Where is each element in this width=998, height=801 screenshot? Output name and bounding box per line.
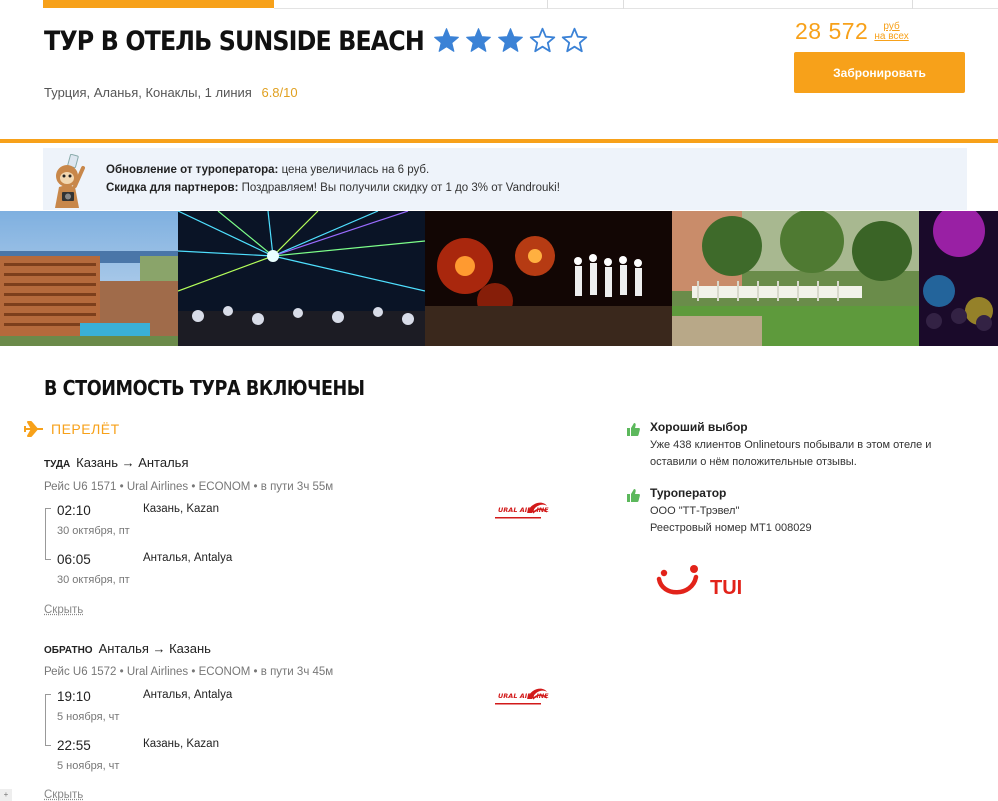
outbound-arrival-time: 06:05 [57,552,91,567]
return-hide-link[interactable]: Скрыть [44,789,83,801]
return-arrival-time: 22:55 [57,738,91,753]
return-flight-meta: Рейс U6 1572 • Ural Airlines • ECONOM • … [44,666,334,678]
timeline-tick [45,694,51,695]
hotel-photo-garden[interactable] [672,211,919,346]
ural-airlines-logo: URAL AIRLINES [495,502,549,519]
hotel-rating: 6.8/10 [261,85,298,100]
notice-partner-discount: Скидка для партнеров: Поздравляем! Вы по… [106,182,560,194]
tour-price: 28 572 руб на всех [795,18,909,45]
top-nav-separator [912,0,913,9]
thumbs-up-icon [627,423,640,436]
return-direction: ОБРАТНО Анталья → Казань [44,641,211,656]
notice-price-update-text: цена увеличилась на 6 руб. [278,164,430,176]
tui-logo: TUI [656,565,742,599]
return-tag: ОБРАТНО [44,645,93,656]
notice-price-update-label: Обновление от туроператора: [106,164,279,176]
return-departure-date: 5 ноября, чт [57,711,120,723]
outbound-direction: ТУДА Казань → Анталья [44,455,188,470]
return-departure-time: 19:10 [57,689,91,704]
mascot-icon [55,154,85,208]
return-route: Анталья → Казань [98,641,211,656]
outbound-departure-city: Казань, Kazan [143,503,219,515]
airline-logo-text: URAL AIRLINES [498,506,549,514]
star-icon [529,27,556,53]
hotel-photo-fire-show[interactable] [425,211,672,346]
hotel-photo-building[interactable] [0,211,178,346]
top-nav-separator [547,0,548,9]
star-icon [561,27,588,53]
included-section-title: В СТОИМОСТЬ ТУРА ВКЛЮЧЕНЫ [44,376,365,400]
header-divider [0,139,998,143]
outbound-flight-meta: Рейс U6 1571 • Ural Airlines • ECONOM • … [44,481,334,493]
timeline-tick [45,559,51,560]
thumbs-up-icon [627,489,640,502]
timeline-tick [45,745,51,746]
location-text: Турция, Аланья, Конаклы, 1 линия [44,85,252,100]
ural-airlines-logo: URAL AIRLINES [495,688,549,705]
notice-price-update: Обновление от туроператора: цена увеличи… [106,164,429,176]
hotel-stars [433,27,588,54]
return-timeline [45,694,46,746]
tour-operator-name: ООО "ТТ-Трэвел" [650,505,740,517]
good-choice-text: Уже 438 клиентов Onlinetours побывали в … [650,439,932,468]
tour-operator-title: Туроператор [650,486,727,500]
top-nav-divider [274,8,998,9]
hotel-photo-party[interactable] [919,211,998,346]
expand-icon[interactable]: + [0,789,12,801]
return-arrival-date: 5 ноября, чт [57,760,120,772]
top-nav-active-tab[interactable] [43,0,274,8]
good-choice-title: Хороший выбор [650,420,748,434]
outbound-timeline [45,508,46,560]
book-button[interactable]: Забронировать [794,52,965,93]
operator-notice: Обновление от туроператора: цена увеличи… [43,148,967,210]
outbound-departure-time: 02:10 [57,503,91,518]
outbound-arrival-city: Анталья, Antalya [143,552,233,564]
tui-logo-text: TUI [710,577,742,599]
notice-discount-label: Скидка для партнеров: [106,182,239,194]
hotel-photo-disco[interactable] [178,211,425,346]
return-departure-city: Анталья, Antalya [143,689,233,701]
outbound-tag: ТУДА [44,459,71,470]
star-icon [434,28,459,52]
airline-logo-text: URAL AIRLINES [498,692,549,700]
timeline-tick [45,508,51,509]
outbound-route: Казань → Анталья [76,455,189,470]
outbound-arrival-date: 30 октября, пт [57,574,130,586]
price-value: 28 572 [795,18,869,44]
outbound-hide-link[interactable]: Скрыть [44,604,83,616]
star-icon [466,28,491,52]
top-nav-strip [0,0,998,9]
notice-discount-text: Поздравляем! Вы получили скидку от 1 до … [238,182,560,194]
return-arrival-city: Казань, Kazan [143,738,219,750]
flight-heading-label: ПЕРЕЛЁТ [51,421,120,437]
tour-operator-registry: Реестровый номер МТ1 008029 [650,522,812,534]
top-nav-separator [623,0,624,9]
outbound-departure-date: 30 октября, пт [57,525,130,537]
hotel-photo-gallery [0,211,998,346]
hotel-title: ТУР В ОТЕЛЬ SUNSIDE BEACH [44,26,425,57]
star-icon [498,28,523,52]
price-currency: руб на всех [874,22,908,42]
price-note: на всех [874,31,909,42]
flight-heading: ПЕРЕЛЁТ [24,421,120,437]
airplane-icon [24,421,43,437]
hotel-location: Турция, Аланья, Конаклы, 1 линия 6.8/10 [44,85,298,100]
